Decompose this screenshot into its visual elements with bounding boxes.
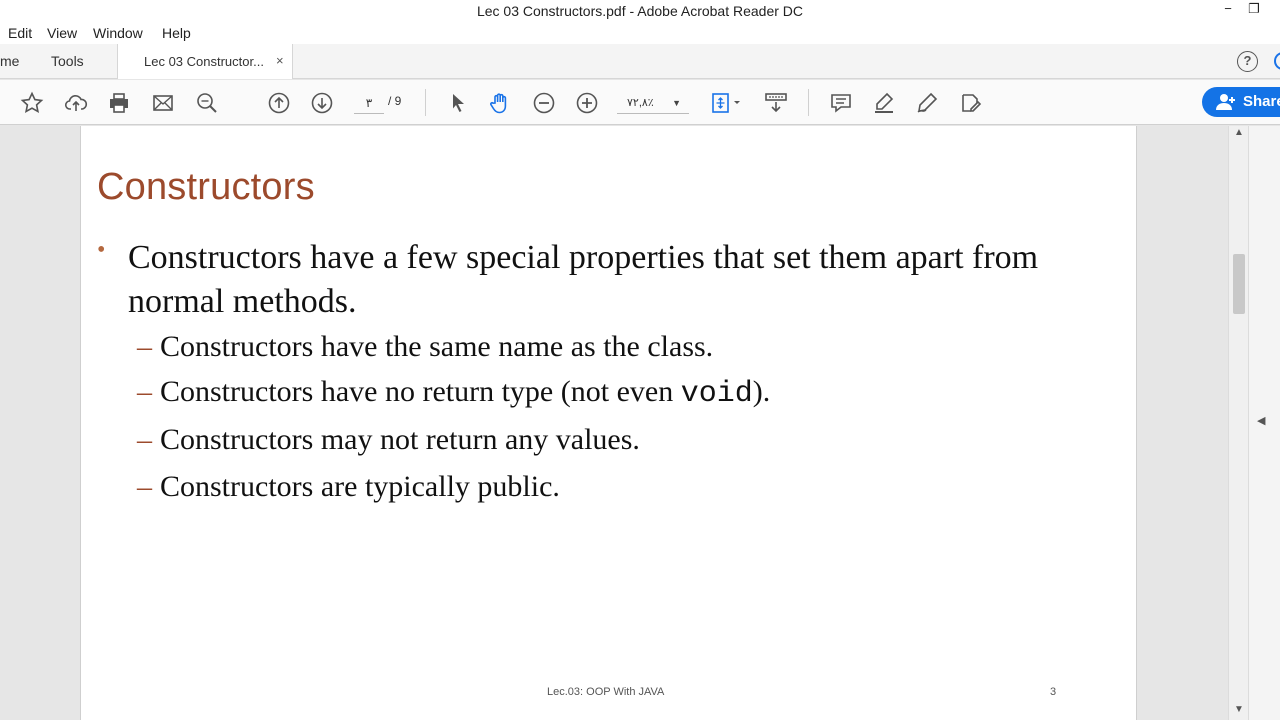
- select-cursor-icon[interactable]: [445, 90, 471, 116]
- sub-point: – Constructors may not return any values.: [137, 423, 640, 457]
- sub-point-text: Constructors have the same name as the c…: [160, 330, 714, 363]
- title-bar: Lec 03 Constructors.pdf - Adobe Acrobat …: [0, 0, 1280, 22]
- tab-tools[interactable]: Tools: [51, 53, 84, 69]
- sub-point: – Constructors have the same name as the …: [137, 330, 713, 364]
- share-button-label: Share: [1243, 93, 1280, 110]
- restore-button[interactable]: ❐: [1241, 1, 1267, 17]
- dash-marker: –: [137, 375, 152, 408]
- zoom-level-select[interactable]: ٧٢,٨٪ ▼: [617, 92, 689, 114]
- print-icon[interactable]: [106, 90, 132, 116]
- highlight-icon[interactable]: [871, 90, 897, 116]
- sub-point-text: Constructors have no return type (not ev…: [160, 375, 681, 408]
- bullet-marker: •: [97, 237, 106, 263]
- tab-document-label: Lec 03 Constructor...: [144, 54, 264, 69]
- sub-point: – Constructors have no return type (not e…: [137, 375, 770, 411]
- share-edit-icon[interactable]: [958, 90, 984, 116]
- sub-point: – Constructors are typically public.: [137, 470, 560, 504]
- tab-document[interactable]: Lec 03 Constructor... ×: [117, 44, 293, 79]
- page-number-input[interactable]: ٣: [354, 92, 384, 114]
- dash-marker: –: [137, 423, 152, 456]
- tab-bar: me Tools Lec 03 Constructor... × ?: [0, 44, 1280, 79]
- page-down-icon[interactable]: [309, 90, 335, 116]
- page-total: / 9: [388, 94, 402, 108]
- menu-edit[interactable]: Edit: [8, 25, 32, 41]
- sub-point-text: Constructors may not return any values.: [160, 423, 640, 456]
- hand-tool-icon[interactable]: [487, 90, 513, 116]
- menu-help[interactable]: Help: [162, 25, 191, 41]
- slide-title: Constructors: [97, 166, 315, 208]
- right-pane-toggle[interactable]: ◀: [1248, 126, 1280, 720]
- zoom-out-icon[interactable]: [531, 90, 557, 116]
- search-icon[interactable]: [194, 90, 220, 116]
- zoom-level-value: ٧٢,٨٪: [627, 97, 654, 109]
- help-icon[interactable]: ?: [1237, 51, 1258, 72]
- menu-view[interactable]: View: [47, 25, 77, 41]
- close-tab-icon[interactable]: ×: [276, 53, 284, 68]
- toolbar-divider: [808, 89, 809, 116]
- menu-bar: Edit View Window Help: [0, 22, 1280, 44]
- code-void: void: [680, 377, 753, 411]
- add-person-icon: [1216, 94, 1235, 110]
- toolbar-divider: [425, 89, 426, 116]
- dash-marker: –: [137, 470, 152, 503]
- document-viewport[interactable]: Constructors • Constructors have a few s…: [0, 126, 1228, 720]
- expand-pane-icon[interactable]: ◀: [1257, 414, 1265, 427]
- slide-footer: Lec.03: OOP With JAVA: [547, 686, 665, 698]
- fit-page-icon[interactable]: [708, 90, 744, 116]
- main-bullet-text: Constructors have a few special properti…: [128, 239, 1039, 320]
- page-up-icon[interactable]: [266, 90, 292, 116]
- sub-point-text: Constructors are typically public.: [160, 470, 560, 503]
- toolbar: ٣ / 9 ٧٢,٨٪ ▼ Share: [0, 80, 1280, 125]
- sign-icon[interactable]: [914, 90, 940, 116]
- scroll-up-icon[interactable]: ▲: [1234, 127, 1244, 138]
- cloud-upload-icon[interactable]: [63, 90, 89, 116]
- pdf-page: Constructors • Constructors have a few s…: [80, 126, 1137, 720]
- window-title: Lec 03 Constructors.pdf - Adobe Acrobat …: [476, 3, 804, 19]
- tab-home[interactable]: me: [0, 53, 19, 69]
- dash-marker: –: [137, 330, 152, 363]
- slide-page-number: 3: [1050, 686, 1057, 698]
- share-button[interactable]: Share: [1202, 87, 1280, 117]
- menu-window[interactable]: Window: [93, 25, 143, 41]
- vertical-scrollbar[interactable]: ▲ ▼: [1228, 126, 1248, 720]
- star-icon[interactable]: [19, 90, 45, 116]
- chevron-down-icon: ▼: [672, 98, 681, 108]
- sub-point-text-end: ).: [752, 375, 771, 408]
- account-icon[interactable]: [1274, 52, 1280, 70]
- scroll-mode-icon[interactable]: [763, 90, 789, 116]
- minimize-button[interactable]: −: [1215, 1, 1241, 16]
- comment-icon[interactable]: [828, 90, 854, 116]
- email-icon[interactable]: [150, 90, 176, 116]
- scroll-down-icon[interactable]: ▼: [1234, 704, 1244, 715]
- zoom-in-icon[interactable]: [574, 90, 600, 116]
- scrollbar-thumb[interactable]: [1233, 254, 1245, 314]
